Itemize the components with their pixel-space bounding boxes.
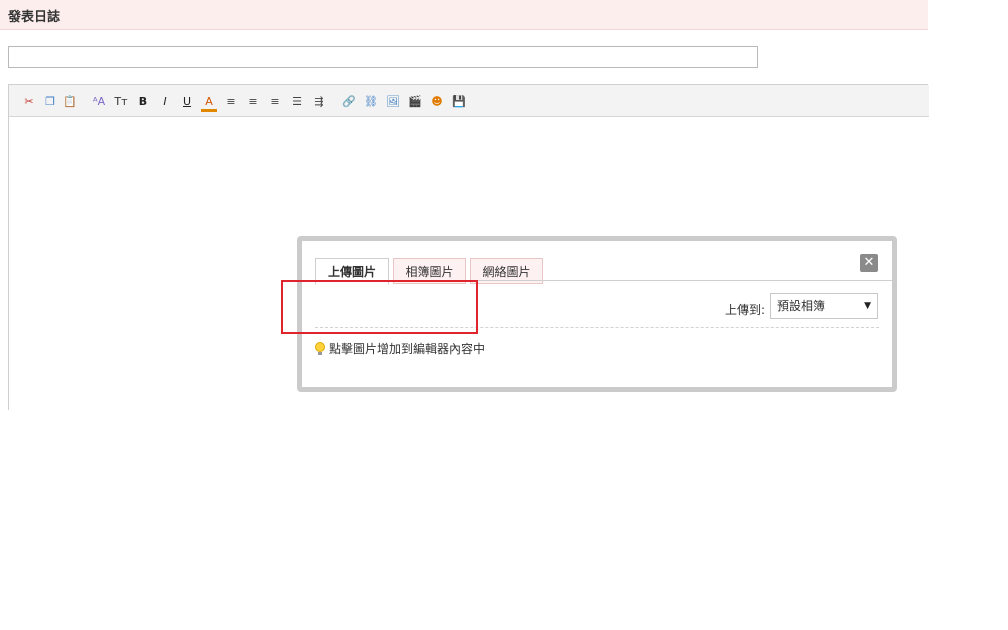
insert-video-icon[interactable]: 🎬 <box>407 93 423 109</box>
align-center-icon[interactable]: ≡ <box>245 93 261 109</box>
ordered-list-icon[interactable]: ☰ <box>289 93 305 109</box>
dropdown-arrow-icon: ▼ <box>864 301 871 311</box>
unlink-icon[interactable]: ⛓ <box>363 93 379 109</box>
upload-to-label: 上傳到: <box>725 303 766 317</box>
subject-input[interactable] <box>8 46 758 68</box>
lightbulb-icon <box>315 341 325 356</box>
indent-icon[interactable]: ⇶ <box>311 93 327 109</box>
insert-image-icon[interactable]: 🖼 <box>385 93 401 109</box>
font-size-icon[interactable]: Tт <box>113 93 129 109</box>
tip-row: 點擊圖片增加到編輯器內容中 <box>315 340 485 357</box>
insert-link-icon[interactable]: 🔗 <box>341 93 357 109</box>
align-left-icon[interactable]: ≡ <box>223 93 239 109</box>
editor-toolbar: ✂ ❐ 📋 ᴬA Tт B I U A ≡ ≡ ≡ ☰ ⇶ 🔗 ⛓ 🖼 🎬 ☻ 💾 <box>9 85 929 117</box>
copy-icon[interactable]: ❐ <box>42 93 58 109</box>
close-dialog-button[interactable]: ✕ <box>860 254 878 272</box>
highlight-box <box>281 280 478 334</box>
font-color-icon[interactable]: A <box>201 93 217 112</box>
close-icon: ✕ <box>863 255 875 270</box>
emoticon-icon[interactable]: ☻ <box>429 93 445 109</box>
align-right-icon[interactable]: ≡ <box>267 93 283 109</box>
underline-icon[interactable]: U <box>179 93 195 109</box>
save-icon[interactable]: 💾 <box>451 93 467 109</box>
album-select[interactable]: 預設相簿 ▼ <box>770 293 878 319</box>
paste-icon[interactable]: 📋 <box>62 93 78 109</box>
font-family-icon[interactable]: ᴬA <box>91 93 107 109</box>
album-selected-value: 預設相簿 <box>777 299 826 313</box>
italic-icon[interactable]: I <box>157 93 173 109</box>
cut-icon[interactable]: ✂ <box>21 93 37 109</box>
tip-text: 點擊圖片增加到編輯器內容中 <box>329 342 486 356</box>
page-title: 發表日誌 <box>8 10 61 25</box>
bold-icon[interactable]: B <box>135 93 151 109</box>
page-header: 發表日誌 <box>0 0 928 30</box>
